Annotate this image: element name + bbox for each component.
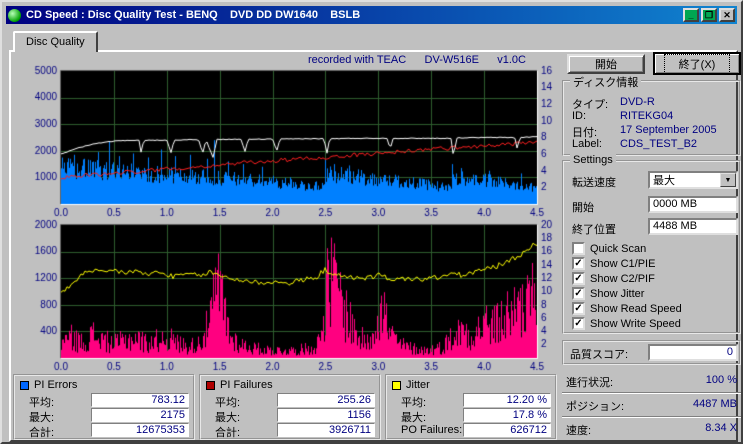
window-title: CD Speed : Disc Quality Test - BENQ DVD … [26, 9, 361, 21]
exit-button-label: 終了(X) [663, 53, 731, 74]
quality-score-label: 品質スコア: [570, 349, 629, 361]
jitter-max-value: 17.8 % [463, 408, 551, 422]
tab-page: recorded with TEAC DV-W516E v1.0C 開始 終了(… [9, 50, 741, 442]
position-value: 4487 MB [692, 398, 737, 410]
pi-errors-color-swatch [20, 380, 29, 390]
pi-errors-total-label: 合計: [29, 427, 55, 439]
position-label: ポジション: [566, 401, 625, 413]
disc-id-value: RITEKG04 [620, 110, 674, 122]
progress-value: 100 % [705, 374, 737, 386]
minimize-button[interactable]: _ [683, 8, 699, 22]
disc-id-row: ID: RITEKG04 [572, 110, 733, 123]
disc-info-group: ディスク情報 タイプ: DVD-R ID: RITEKG04 日付: 17 Se… [562, 74, 741, 156]
checkbox-show-c2-pif[interactable]: ✓ Show C2/PIF [572, 272, 655, 285]
jitter-stats: Jitter 平均: 12.20 % 最大: 17.8 % PO Failures:… [385, 374, 557, 440]
progress-label: 進行状況: [566, 377, 614, 389]
speed-value: 8.34 X [705, 422, 737, 434]
show-c2-pif-checkbox-box: ✓ [572, 272, 585, 285]
pi-failures-title: PI Failures [220, 379, 273, 391]
app-window: CD Speed : Disc Quality Test - BENQ DVD … [0, 0, 743, 444]
titlebar[interactable]: CD Speed : Disc Quality Test - BENQ DVD … [6, 6, 737, 24]
transfer-speed-select[interactable]: 最大 ▼ [648, 171, 738, 189]
pi-failures-total-label: 合計: [215, 427, 241, 439]
checkbox-show-jitter[interactable]: ✓ Show Jitter [572, 287, 644, 300]
show-c1-pie-label: Show C1/PIE [590, 257, 656, 270]
tab-disc-quality[interactable]: Disc Quality [13, 31, 98, 52]
pi-failures-avg-value: 255.26 [277, 393, 375, 407]
show-write-speed-label: Show Write Speed [590, 317, 681, 330]
pi-failures-header: PI Failures [206, 379, 273, 391]
position-row: ポジション: 4487 MB [562, 394, 741, 416]
show-read-speed-label: Show Read Speed [590, 302, 682, 315]
checkbox-show-write-speed[interactable]: ✓ Show Write Speed [572, 317, 681, 330]
start-position-label: 開始 [572, 202, 594, 214]
show-c1-pie-checkbox-box: ✓ [572, 257, 585, 270]
disc-id-label: ID: [572, 110, 587, 122]
pi-errors-title: PI Errors [34, 379, 78, 391]
dropdown-arrow-icon[interactable]: ▼ [720, 173, 736, 187]
app-icon [8, 8, 21, 22]
pif-jitter-chart [25, 219, 557, 373]
settings-group: Settings 転送速度 最大 ▼ 開始 0000 MB 終了位置 4488 … [562, 154, 741, 334]
pi-errors-max-value: 2175 [91, 408, 189, 422]
speed-label: 速度: [566, 425, 592, 437]
checkbox-show-read-speed[interactable]: ✓ Show Read Speed [572, 302, 682, 315]
pi-failures-max-value: 1156 [277, 408, 375, 422]
disc-type-value: DVD-R [620, 96, 655, 108]
disc-label-row: Label: CDS_TEST_B2 [572, 138, 733, 151]
end-position-input[interactable]: 4488 MB [648, 218, 738, 235]
show-read-speed-checkbox-box: ✓ [572, 302, 585, 315]
pi-failures-stats: PI Failures 平均: 255.26 最大: 1156 合計: 3926711 [199, 374, 381, 440]
transfer-speed-value: 最大 [653, 175, 675, 187]
po-failures-label: PO Failures: [401, 424, 463, 436]
pi-errors-stats: PI Errors 平均: 783.12 最大: 2175 合計: 12675353 [13, 374, 195, 440]
quality-score-value: 0 [648, 344, 738, 361]
jitter-avg-value: 12.20 % [463, 393, 551, 407]
jitter-title: Jitter [406, 379, 430, 391]
quick-scan-label: Quick Scan [590, 242, 647, 255]
transfer-speed-label: 転送速度 [572, 177, 616, 189]
disc-info-legend: ディスク情報 [570, 74, 642, 90]
progress-row: 進行状況: 100 % [562, 370, 741, 392]
pi-failures-color-swatch [206, 380, 215, 390]
disc-date-value: 17 September 2005 [620, 124, 717, 136]
pie-speed-chart [25, 65, 557, 219]
jitter-header: Jitter [392, 379, 430, 391]
exit-button[interactable]: 終了(X) [653, 52, 741, 75]
start-button[interactable]: 開始 [567, 54, 645, 74]
start-position-input[interactable]: 0000 MB [648, 196, 738, 213]
show-c2-pif-label: Show C2/PIF [590, 272, 655, 285]
quality-score-group: 品質スコア: 0 [562, 340, 741, 365]
disc-date-row: 日付: 17 September 2005 [572, 124, 733, 139]
show-jitter-label: Show Jitter [590, 287, 645, 300]
end-position-label: 終了位置 [572, 224, 616, 236]
po-failures-value: 626712 [463, 423, 551, 437]
settings-legend: Settings [570, 154, 616, 166]
pi-errors-avg-value: 783.12 [91, 393, 189, 407]
jitter-color-swatch [392, 380, 401, 390]
checkbox-show-c1-pie[interactable]: ✓ Show C1/PIE [572, 257, 655, 270]
titlebar-buttons: _ ❐ ✕ [683, 8, 735, 22]
checkbox-quick-scan[interactable]: Quick Scan [572, 242, 646, 255]
close-button[interactable]: ✕ [719, 8, 735, 22]
quick-scan-checkbox-box [572, 242, 585, 255]
pi-failures-total-value: 3926711 [277, 423, 375, 437]
disc-label-value: CDS_TEST_B2 [620, 138, 698, 150]
disc-label-label: Label: [572, 138, 602, 150]
show-jitter-checkbox-box: ✓ [572, 287, 585, 300]
speed-row: 速度: 8.34 X [562, 418, 741, 440]
show-write-speed-checkbox-box: ✓ [572, 317, 585, 330]
maximize-button[interactable]: ❐ [701, 8, 717, 22]
pi-errors-header: PI Errors [20, 379, 77, 391]
disc-type-row: タイプ: DVD-R [572, 96, 733, 111]
pi-errors-total-value: 12675353 [91, 423, 189, 437]
status-area: 進行状況: 100 % ポジション: 4487 MB 速度: 8.34 X [562, 368, 741, 442]
tab-label: Disc Quality [26, 36, 85, 48]
